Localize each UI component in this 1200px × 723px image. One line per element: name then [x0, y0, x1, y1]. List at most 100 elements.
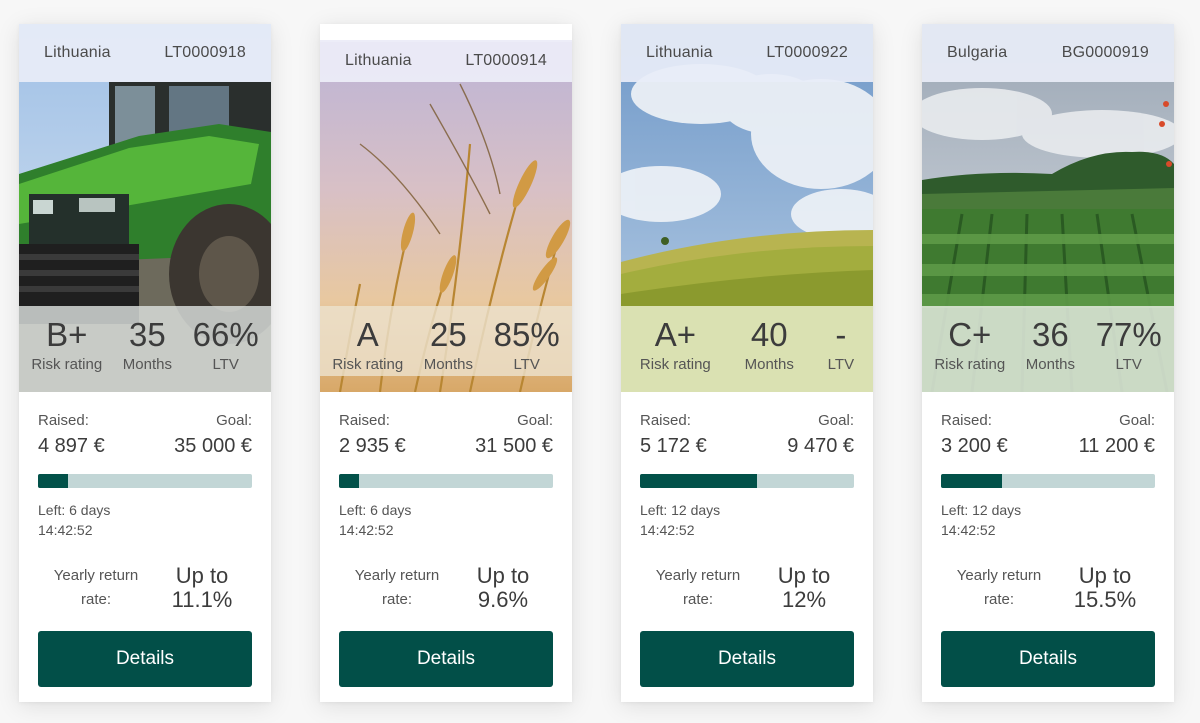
- yearly-return-value: Up to 15.5%: [1073, 563, 1137, 612]
- raised-label: Raised:: [38, 412, 89, 429]
- days-left: Left: 12 days: [640, 502, 721, 518]
- raised-amount: 5 172 €: [640, 435, 707, 457]
- risk-rating-label: Risk rating: [31, 356, 103, 373]
- countdown-timer: 14:42:52: [339, 522, 394, 538]
- days-left: Left: 6 days: [38, 502, 111, 518]
- months-value: 40: [750, 316, 788, 353]
- funding-progress-fill: [339, 474, 359, 488]
- months-stat: 35 Months: [123, 306, 172, 392]
- yearly-return-label: Yearly return rate:: [53, 567, 139, 608]
- ltv-stat: - LTV: [828, 306, 854, 392]
- countdown-timer: 14:42:52: [640, 522, 695, 538]
- raised-block: Raised: 2 935 €: [339, 412, 406, 459]
- goal-block: Goal: 11 200 €: [1079, 412, 1155, 459]
- loan-cards-grid: Lithuania LT0000918 B+ Risk rating 35 Mo…: [0, 0, 1200, 723]
- months-stat: 25 Months: [424, 306, 473, 376]
- risk-rating-stat: A Risk rating: [332, 306, 403, 376]
- time-left: Left: 12 days 14:42:52: [941, 500, 1155, 540]
- months-label: Months: [744, 356, 794, 373]
- ltv-value: 66%: [192, 316, 259, 353]
- funding-summary: Raised: 3 200 € Goal: 11 200 €: [941, 412, 1155, 459]
- ltv-value: 85%: [493, 316, 560, 353]
- risk-rating-value: C+: [948, 316, 992, 353]
- months-value: 25: [430, 316, 467, 353]
- ltv-label: LTV: [513, 356, 540, 373]
- goal-block: Goal: 35 000 €: [174, 412, 252, 459]
- raised-block: Raised: 5 172 €: [640, 412, 707, 459]
- months-label: Months: [1025, 356, 1075, 373]
- country-label: Lithuania: [44, 44, 111, 61]
- funding-progress-fill: [38, 474, 68, 488]
- months-label: Months: [423, 356, 473, 373]
- months-stat: 36 Months: [1026, 306, 1075, 392]
- risk-rating-value: B+: [46, 316, 88, 353]
- yearly-return: Yearly return rate: Up to 15.5%: [941, 564, 1155, 612]
- loan-card: Bulgaria BG0000919 C+ Risk rating 36 Mon…: [922, 24, 1174, 702]
- risk-rating-stat: C+ Risk rating: [934, 306, 1005, 392]
- yearly-return: Yearly return rate: Up to 12%: [640, 564, 854, 612]
- time-left: Left: 6 days 14:42:52: [38, 500, 252, 540]
- raised-block: Raised: 4 897 €: [38, 412, 105, 459]
- goal-amount: 35 000 €: [174, 435, 252, 457]
- risk-rating-label: Risk rating: [332, 356, 404, 373]
- details-button[interactable]: Details: [339, 631, 553, 687]
- card-body: Raised: 4 897 € Goal: 35 000 € Left: 6 d…: [19, 392, 271, 702]
- card-body: Raised: 2 935 € Goal: 31 500 € Left: 6 d…: [320, 392, 572, 702]
- loan-id: LT0000914: [465, 52, 547, 69]
- details-button[interactable]: Details: [640, 631, 854, 687]
- loan-card: Lithuania LT0000918 B+ Risk rating 35 Mo…: [19, 24, 271, 702]
- ltv-value: -: [835, 316, 847, 353]
- yearly-return-value: Up to 9.6%: [476, 563, 530, 612]
- details-button[interactable]: Details: [38, 631, 252, 687]
- loan-card: Lithuania LT0000914 A Risk rating 25 Mon…: [320, 24, 572, 702]
- goal-amount: 9 470 €: [787, 435, 854, 457]
- details-button[interactable]: Details: [941, 631, 1155, 687]
- risk-rating-stat: A+ Risk rating: [640, 306, 711, 392]
- ltv-value: 77%: [1095, 316, 1162, 353]
- risk-rating-value: A+: [654, 316, 696, 353]
- location-bar: Lithuania LT0000918: [19, 24, 271, 82]
- raised-label: Raised:: [941, 412, 992, 429]
- yearly-return-label: Yearly return rate:: [354, 567, 440, 608]
- card-body: Raised: 5 172 € Goal: 9 470 € Left: 12 d…: [621, 392, 873, 702]
- yearly-return: Yearly return rate: Up to 11.1%: [38, 564, 252, 612]
- days-left: Left: 12 days: [941, 502, 1022, 518]
- countdown-timer: 14:42:52: [941, 522, 996, 538]
- goal-block: Goal: 31 500 €: [475, 412, 553, 459]
- funding-summary: Raised: 4 897 € Goal: 35 000 €: [38, 412, 252, 459]
- ltv-stat: 77% LTV: [1096, 306, 1162, 392]
- time-left: Left: 12 days 14:42:52: [640, 500, 854, 540]
- stats-bar: B+ Risk rating 35 Months 66% LTV: [19, 306, 271, 392]
- card-body: Raised: 3 200 € Goal: 11 200 € Left: 12 …: [922, 392, 1174, 702]
- risk-rating-value: A: [356, 316, 379, 353]
- funding-progress-bar: [941, 474, 1155, 488]
- risk-rating-label: Risk rating: [934, 356, 1006, 373]
- months-value: 36: [1032, 316, 1069, 353]
- months-label: Months: [122, 356, 172, 373]
- raised-amount: 3 200 €: [941, 435, 1008, 457]
- goal-label: Goal:: [517, 412, 553, 429]
- loan-id: LT0000922: [766, 44, 848, 61]
- raised-amount: 2 935 €: [339, 435, 406, 457]
- raised-label: Raised:: [640, 412, 691, 429]
- location-bar: Bulgaria BG0000919: [922, 24, 1174, 82]
- ltv-label: LTV: [1115, 356, 1142, 373]
- funding-progress-bar: [640, 474, 854, 488]
- ltv-label: LTV: [212, 356, 239, 373]
- ltv-label: LTV: [827, 356, 855, 373]
- funding-progress-fill: [640, 474, 757, 488]
- days-left: Left: 6 days: [339, 502, 412, 518]
- yearly-return-value: Up to 11.1%: [171, 563, 233, 612]
- funding-progress-bar: [38, 474, 252, 488]
- goal-amount: 31 500 €: [475, 435, 553, 457]
- yearly-return-label: Yearly return rate:: [655, 567, 741, 608]
- raised-amount: 4 897 €: [38, 435, 105, 457]
- yearly-return-label: Yearly return rate:: [956, 567, 1042, 608]
- country-label: Lithuania: [345, 52, 412, 69]
- yearly-return: Yearly return rate: Up to 9.6%: [339, 564, 553, 612]
- loan-card: Lithuania LT0000922 A+ Risk rating 40 Mo…: [621, 24, 873, 702]
- risk-rating-stat: B+ Risk rating: [31, 306, 102, 392]
- ltv-stat: 85% LTV: [494, 306, 560, 376]
- stats-bar: A+ Risk rating 40 Months - LTV: [621, 306, 873, 392]
- goal-label: Goal:: [818, 412, 854, 429]
